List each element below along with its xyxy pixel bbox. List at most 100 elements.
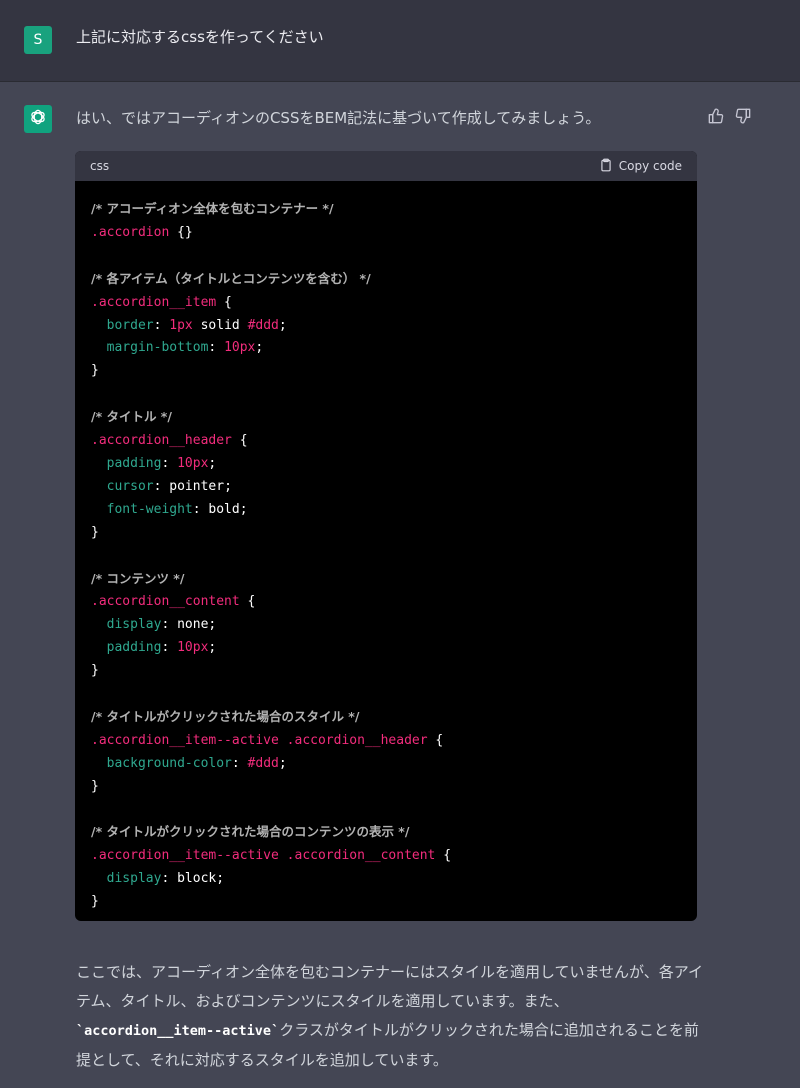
code-line: .accordion__item { (91, 292, 681, 315)
code-line: .accordion {} (91, 222, 681, 245)
code-line: padding: 10px; (91, 637, 681, 660)
assistant-explanation: ここでは、アコーディオン全体を包むコンテナーにはスタイルを適用していませんが、各… (76, 958, 712, 1075)
code-token: /* タイトルがクリックされた場合のコンテンツの表示 */ (91, 824, 410, 840)
code-line: } (91, 891, 681, 914)
code-token: margin-bottom (106, 340, 209, 356)
code-line: display: block; (91, 868, 681, 891)
copy-code-label: Copy code (618, 159, 682, 173)
code-token: : (208, 340, 225, 356)
code-token: /* タイトル */ (91, 409, 172, 425)
code-token: 10px (177, 455, 209, 471)
code-token: border (106, 317, 154, 333)
code-content: /* アコーディオン全体を包むコンテナー */ .accordion {} /* … (75, 181, 697, 914)
openai-logo-icon (28, 107, 48, 131)
code-line: .accordion__header { (91, 430, 681, 453)
code-line: .accordion__content { (91, 591, 681, 614)
code-token: ; (278, 317, 287, 333)
thumbs-up-icon[interactable] (708, 108, 725, 125)
clipboard-icon (599, 158, 613, 175)
code-token: : (161, 640, 178, 656)
code-token: solid (192, 317, 248, 333)
code-line: } (91, 660, 681, 683)
code-token: cursor (106, 478, 154, 494)
code-token: display (106, 871, 162, 887)
code-line: font-weight: bold; (91, 499, 681, 522)
code-token: background-color (106, 755, 232, 771)
code-token: .accordion__content (91, 594, 240, 610)
code-token: { (231, 433, 248, 449)
code-token: padding (106, 640, 162, 656)
code-token: 10px (177, 640, 209, 656)
code-token: : block; (161, 871, 225, 887)
code-token: .accordion__item--active .accordion__con… (91, 848, 436, 864)
code-token: 10px (224, 340, 256, 356)
assistant-intro-text: はい、ではアコーディオンのCSSをBEM記法に基づいて作成してみましょう。 (76, 109, 601, 127)
code-token: 1px (169, 317, 193, 333)
code-line: .accordion__item--active .accordion__hea… (91, 730, 681, 753)
explanation-text-1: ここでは、アコーディオン全体を包むコンテナーにはスタイルを適用していませんが、各… (76, 963, 704, 1010)
code-token: } (91, 524, 99, 540)
code-token: display (106, 617, 162, 633)
code-token: } (91, 894, 99, 910)
inline-code-class-name: `accordion__item--active` (76, 1023, 280, 1039)
code-token: .accordion__item (91, 294, 217, 310)
code-token: ; (208, 640, 217, 656)
code-token: } (91, 778, 99, 794)
code-line: border: 1px solid #ddd; (91, 315, 681, 338)
code-line: display: none; (91, 614, 681, 637)
code-line: cursor: pointer; (91, 476, 681, 499)
feedback-buttons (708, 108, 752, 125)
code-line: .accordion__item--active .accordion__con… (91, 845, 681, 868)
code-block-header: css Copy code (75, 151, 697, 181)
copy-code-button[interactable]: Copy code (599, 158, 682, 175)
code-line: } (91, 360, 681, 383)
code-token: : (231, 755, 248, 771)
code-line: } (91, 776, 681, 799)
code-token: ; (208, 455, 217, 471)
code-token: { (239, 594, 256, 610)
code-line: /* タイトルがクリックされた場合のスタイル */ (91, 706, 681, 730)
code-token: .accordion__header (91, 433, 232, 449)
code-line: margin-bottom: 10px; (91, 337, 681, 360)
code-token: ; (278, 755, 287, 771)
code-block: css Copy code /* アコーディオン全体を包むコンテナー */ .ac… (75, 151, 697, 921)
code-token: : none; (161, 617, 217, 633)
code-token: /* アコーディオン全体を包むコンテナー */ (91, 201, 334, 216)
code-line: } (91, 522, 681, 545)
user-message-text: 上記に対応するcssを作ってください (76, 28, 324, 46)
code-token: : (153, 317, 170, 333)
code-language-label: css (90, 159, 110, 173)
code-token: padding (106, 455, 162, 471)
code-token: {} (169, 224, 193, 240)
code-token: .accordion__item--active .accordion__hea… (91, 732, 428, 748)
code-token: ; (255, 340, 264, 356)
code-token: : pointer; (153, 478, 232, 494)
code-line: /* タイトルがクリックされた場合のコンテンツの表示 */ (91, 821, 681, 845)
assistant-message-row: はい、ではアコーディオンのCSSをBEM記法に基づいて作成してみましょう。 cs… (0, 82, 800, 1088)
user-message-row: S 上記に対応するcssを作ってください (0, 0, 800, 82)
code-token: } (91, 663, 99, 679)
code-line: /* アコーディオン全体を包むコンテナー */ (91, 198, 681, 222)
code-token: /* タイトルがクリックされた場合のスタイル */ (91, 708, 360, 724)
code-line: padding: 10px; (91, 453, 681, 476)
code-token: /* 各アイテム（タイトルとコンテンツを含む） */ (91, 270, 371, 286)
code-token: { (435, 848, 452, 864)
assistant-avatar (24, 105, 52, 133)
code-token: { (427, 732, 444, 748)
code-token: #ddd (247, 755, 279, 771)
thumbs-down-icon[interactable] (735, 108, 752, 125)
code-line: /* コンテンツ */ (91, 568, 681, 592)
